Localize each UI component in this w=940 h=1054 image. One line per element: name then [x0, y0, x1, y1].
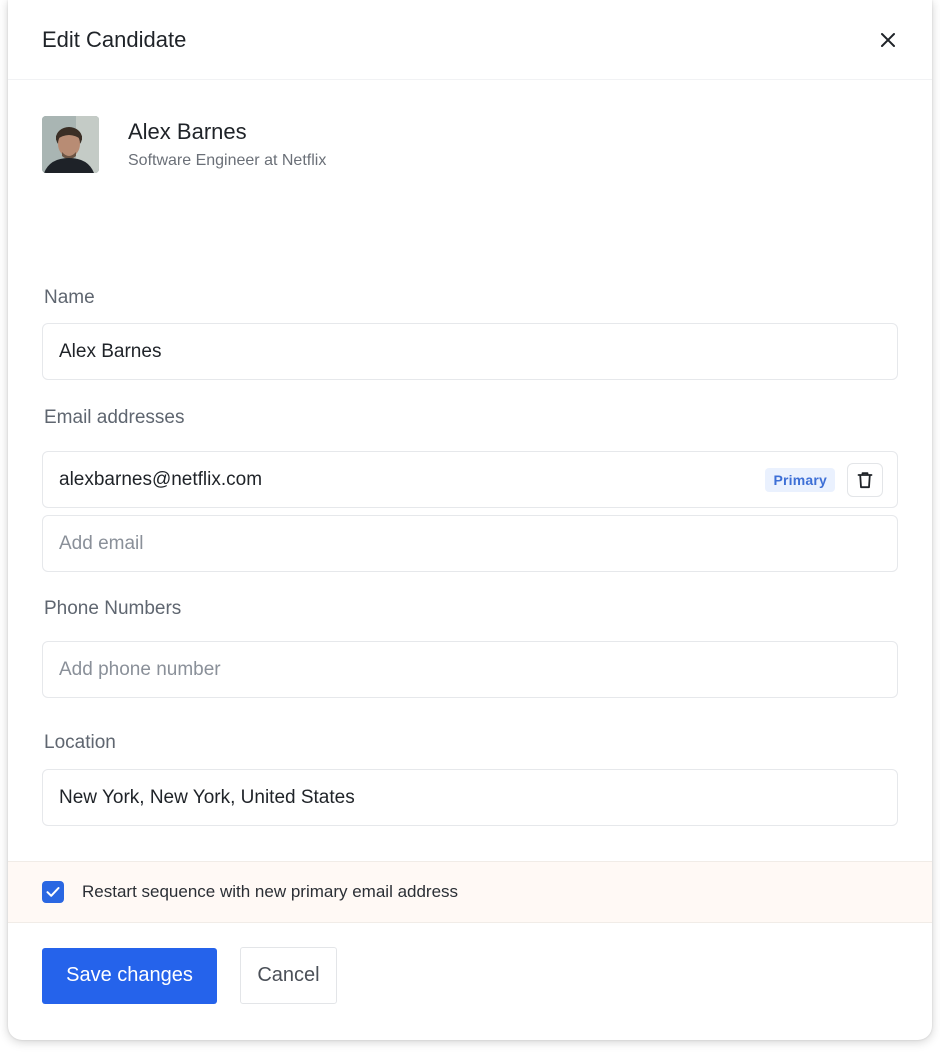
modal-header: Edit Candidate [8, 0, 932, 80]
phone-placeholder: Add phone number [59, 658, 221, 680]
close-button[interactable] [874, 26, 902, 54]
name-value: Alex Barnes [59, 340, 162, 362]
modal-title: Edit Candidate [42, 26, 187, 52]
restart-sequence-bar: Restart sequence with new primary email … [8, 861, 932, 923]
email-label: Email addresses [44, 407, 185, 428]
restart-sequence-checkbox[interactable] [42, 881, 64, 903]
phone-input[interactable]: Add phone number [42, 641, 898, 698]
cancel-button[interactable]: Cancel [240, 947, 337, 1004]
primary-badge: Primary [765, 467, 835, 492]
edit-candidate-modal: Edit Candidate Alex Barnes Software Engi… [8, 0, 932, 1040]
phone-label: Phone Numbers [44, 598, 182, 619]
name-label: Name [44, 287, 95, 308]
candidate-name: Alex Barnes [128, 119, 247, 144]
delete-email-button[interactable] [847, 462, 883, 497]
avatar [42, 116, 99, 173]
save-changes-button[interactable]: Save changes [42, 947, 217, 1004]
location-field[interactable]: New York, New York, United States [42, 769, 898, 826]
add-email-placeholder: Add email [59, 532, 144, 554]
checkmark-icon [46, 887, 60, 897]
restart-sequence-label: Restart sequence with new primary email … [82, 882, 459, 901]
add-email-input[interactable]: Add email [42, 515, 898, 572]
candidate-title: Software Engineer at Netflix [128, 152, 327, 169]
close-icon [881, 32, 895, 47]
location-value: New York, New York, United States [59, 786, 355, 808]
candidate-profile: Alex Barnes Software Engineer at Netflix [42, 116, 326, 173]
name-field[interactable]: Alex Barnes [42, 323, 898, 380]
primary-email-value: alexbarnes@netflix.com [59, 468, 263, 490]
primary-email-field[interactable]: alexbarnes@netflix.com Primary [42, 451, 898, 508]
modal-footer: Save changes Cancel [42, 947, 337, 1004]
location-label: Location [44, 732, 116, 753]
trash-icon [857, 471, 873, 488]
